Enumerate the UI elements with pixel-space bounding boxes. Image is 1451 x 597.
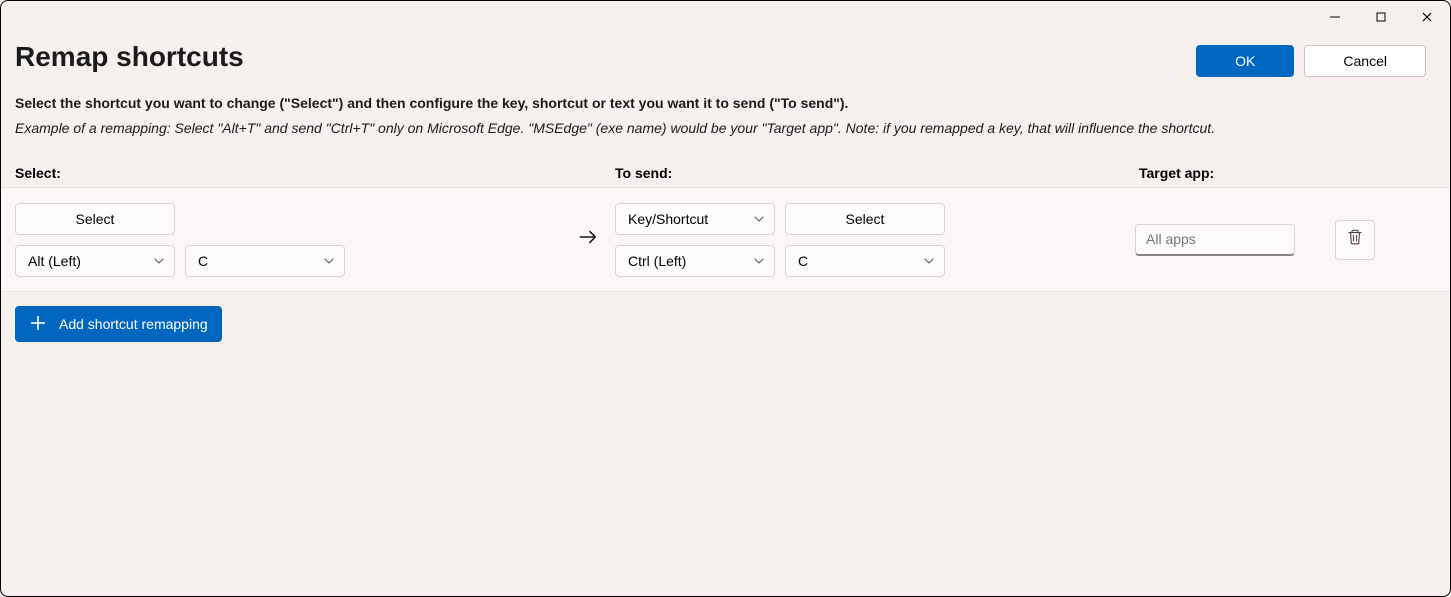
page-title: Remap shortcuts bbox=[15, 41, 244, 73]
close-button[interactable] bbox=[1404, 1, 1450, 33]
intro-line-2: Example of a remapping: Select "Alt+T" a… bbox=[15, 116, 1436, 141]
add-remapping-label: Add shortcut remapping bbox=[59, 316, 208, 332]
chevron-down-icon bbox=[924, 253, 934, 269]
chevron-down-icon bbox=[754, 253, 764, 269]
intro-text: Select the shortcut you want to change (… bbox=[1, 77, 1450, 155]
dest-key-value: C bbox=[798, 253, 808, 269]
send-type-value: Key/Shortcut bbox=[628, 211, 708, 227]
column-headers: Select: To send: Target app: bbox=[1, 155, 1450, 181]
dest-modifier-dropdown[interactable]: Ctrl (Left) bbox=[615, 245, 775, 277]
cancel-button[interactable]: Cancel bbox=[1304, 45, 1426, 77]
source-modifier-dropdown[interactable]: Alt (Left) bbox=[15, 245, 175, 277]
arrow-icon bbox=[560, 226, 615, 253]
add-remapping-button[interactable]: Add shortcut remapping bbox=[15, 306, 222, 342]
label-select: Select: bbox=[15, 165, 615, 181]
dest-modifier-value: Ctrl (Left) bbox=[628, 253, 686, 269]
window-titlebar bbox=[1312, 1, 1450, 33]
source-key-value: C bbox=[198, 253, 208, 269]
ok-button[interactable]: OK bbox=[1196, 45, 1294, 77]
minimize-button[interactable] bbox=[1312, 1, 1358, 33]
label-tosend: To send: bbox=[615, 165, 1139, 181]
label-target: Target app: bbox=[1139, 165, 1214, 181]
select-dest-button[interactable]: Select bbox=[785, 203, 945, 235]
select-source-button[interactable]: Select bbox=[15, 203, 175, 235]
action-bar: OK Cancel bbox=[1196, 45, 1426, 77]
target-app-input[interactable] bbox=[1135, 224, 1295, 256]
chevron-down-icon bbox=[754, 211, 764, 227]
delete-row-button[interactable] bbox=[1335, 220, 1375, 260]
dest-key-dropdown[interactable]: C bbox=[785, 245, 945, 277]
chevron-down-icon bbox=[154, 253, 164, 269]
trash-icon bbox=[1346, 228, 1364, 251]
source-modifier-value: Alt (Left) bbox=[28, 253, 81, 269]
intro-line-1: Select the shortcut you want to change (… bbox=[15, 91, 1436, 116]
send-type-dropdown[interactable]: Key/Shortcut bbox=[615, 203, 775, 235]
chevron-down-icon bbox=[324, 253, 334, 269]
plus-icon bbox=[29, 314, 47, 335]
maximize-button[interactable] bbox=[1358, 1, 1404, 33]
remap-row: Select Alt (Left) C bbox=[1, 187, 1450, 292]
source-key-dropdown[interactable]: C bbox=[185, 245, 345, 277]
